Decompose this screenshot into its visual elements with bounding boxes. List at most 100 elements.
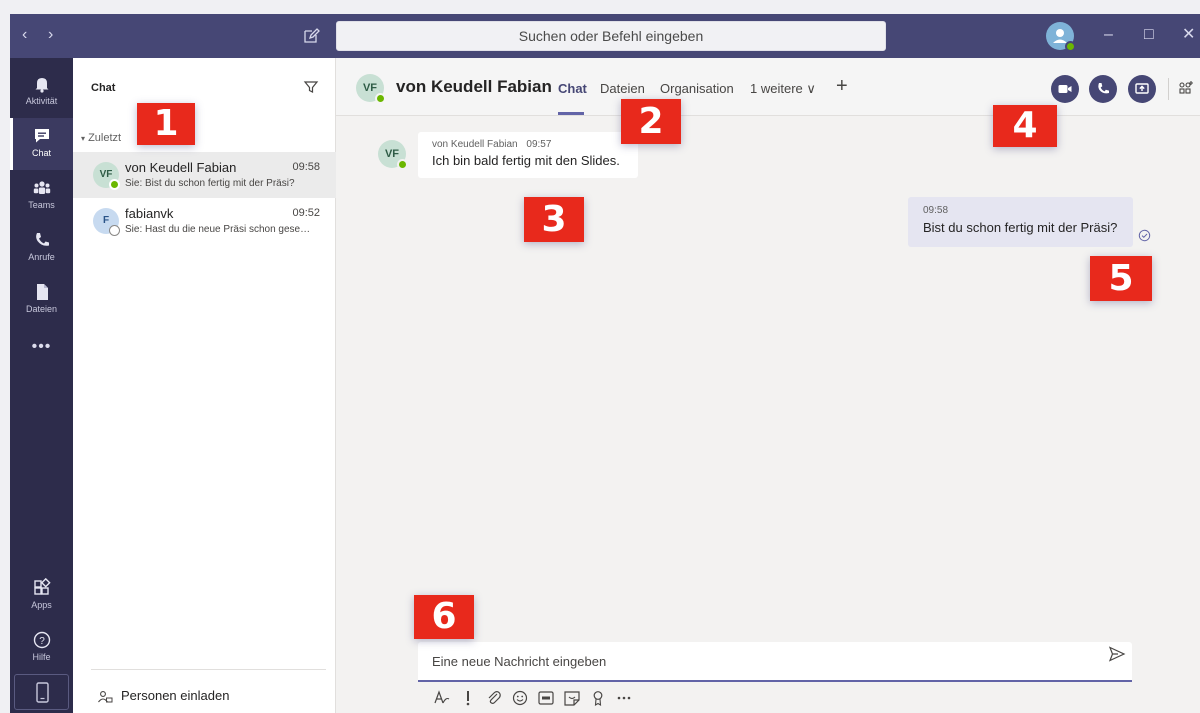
rail-item-label: Hilfe xyxy=(32,652,51,662)
callout-4: 4 xyxy=(993,105,1057,147)
presence-online-icon xyxy=(375,93,386,104)
header-divider xyxy=(1168,78,1169,100)
callout-1: 1 xyxy=(137,103,195,145)
title-bar: ‹ › Suchen oder Befehl eingeben – □ ✕ xyxy=(10,14,1200,58)
invite-people-button[interactable]: Personen einladen xyxy=(97,688,229,704)
presence-online-icon xyxy=(397,159,408,170)
add-tab-button[interactable]: + xyxy=(836,75,848,97)
avatar[interactable]: VF xyxy=(356,74,386,104)
close-icon[interactable]: ✕ xyxy=(1182,24,1195,46)
conversation-header: VF von Keudell Fabian Chat Dateien Organ… xyxy=(336,58,1200,116)
format-icon[interactable] xyxy=(432,688,452,708)
rail-item-label: Aktivität xyxy=(25,96,58,106)
compose-toolbar xyxy=(432,688,672,710)
message-text: Ich bin bald fertig mit den Slides. xyxy=(432,153,620,168)
emoji-icon[interactable] xyxy=(510,688,530,708)
user-avatar[interactable] xyxy=(1046,22,1076,52)
outgoing-message[interactable]: 09:58 Bist du schon fertig mit der Präsi… xyxy=(908,197,1133,247)
chat-list-pane: Chat ▾ Zuletzt VF von Keudell Fabian 09:… xyxy=(73,58,336,713)
callout-2: 2 xyxy=(621,99,681,144)
chevron-down-icon: ▾ xyxy=(81,134,86,143)
section-recent-header[interactable]: ▾ Zuletzt xyxy=(81,132,121,144)
message-text: Bist du schon fertig mit der Präsi? xyxy=(923,220,1118,235)
rail-item-chat[interactable]: Chat xyxy=(10,118,73,170)
teams-icon xyxy=(33,181,50,194)
sticker-icon[interactable] xyxy=(562,688,582,708)
maximize-icon[interactable]: □ xyxy=(1144,24,1154,46)
search-input[interactable]: Suchen oder Befehl eingeben xyxy=(336,21,886,51)
add-people-icon[interactable] xyxy=(1178,80,1194,96)
video-call-button[interactable] xyxy=(1051,75,1079,103)
phone-icon xyxy=(35,233,49,246)
app-rail: Aktivität Chat Teams Anrufe Dateien ••• … xyxy=(10,58,73,713)
incoming-message[interactable]: von Keudell Fabian 09:57 Ich bin bald fe… xyxy=(418,132,638,178)
chat-time: 09:58 xyxy=(292,161,320,173)
svg-text:?: ? xyxy=(39,636,45,647)
attach-icon[interactable] xyxy=(484,688,504,708)
rail-item-calls[interactable]: Anrufe xyxy=(10,222,73,274)
active-tab-indicator xyxy=(558,112,584,115)
share-screen-icon xyxy=(1135,83,1149,94)
chat-name: von Keudell Fabian xyxy=(125,160,237,175)
tab-files[interactable]: Dateien xyxy=(600,81,645,96)
more-options-icon[interactable] xyxy=(614,688,634,708)
mobile-device-button[interactable] xyxy=(14,674,69,710)
forward-arrow-icon[interactable]: › xyxy=(48,26,53,44)
rail-item-activity[interactable]: Aktivität xyxy=(10,66,73,118)
conversation-title: von Keudell Fabian xyxy=(396,77,552,96)
filter-icon[interactable] xyxy=(303,79,319,95)
back-arrow-icon[interactable]: ‹ xyxy=(22,26,27,44)
more-apps-icon[interactable]: ••• xyxy=(10,338,73,356)
mobile-phone-icon xyxy=(36,682,49,703)
help-icon: ? xyxy=(33,631,50,649)
rail-item-files[interactable]: Dateien xyxy=(10,274,73,326)
rail-item-help[interactable]: ? Hilfe xyxy=(10,622,73,674)
message-time: 09:58 xyxy=(923,205,949,216)
tab-chat[interactable]: Chat xyxy=(558,81,587,96)
important-icon[interactable] xyxy=(458,688,478,708)
section-label: Zuletzt xyxy=(88,132,122,144)
phone-icon xyxy=(1098,83,1109,94)
file-icon xyxy=(36,284,48,300)
share-screen-button[interactable] xyxy=(1128,75,1156,103)
chat-list-title: Chat xyxy=(91,82,116,94)
message-time: 09:57 xyxy=(526,139,552,150)
new-chat-icon[interactable] xyxy=(302,27,320,45)
video-camera-icon xyxy=(1058,85,1072,93)
presence-online-icon xyxy=(1065,41,1076,52)
rail-item-label: Dateien xyxy=(25,304,58,314)
rail-item-label: Apps xyxy=(31,600,52,610)
sender-avatar[interactable]: VF xyxy=(378,140,408,170)
rail-item-teams[interactable]: Teams xyxy=(10,170,73,222)
rail-item-apps[interactable]: Apps xyxy=(10,570,73,622)
invite-people-icon xyxy=(98,690,113,703)
gif-icon[interactable] xyxy=(536,688,556,708)
chat-list-item[interactable]: VF von Keudell Fabian 09:58 Sie: Bist du… xyxy=(73,152,336,198)
rail-item-label: Chat xyxy=(31,148,51,158)
callout-3: 3 xyxy=(524,197,584,242)
bell-icon xyxy=(35,78,48,93)
callout-6: 6 xyxy=(414,595,474,639)
chat-name: fabianvk xyxy=(125,206,174,221)
tab-organisation[interactable]: Organisation xyxy=(660,81,734,96)
minimize-icon[interactable]: – xyxy=(1104,24,1113,46)
rail-item-label: Anrufe xyxy=(28,252,55,262)
invite-label: Personen einladen xyxy=(121,688,230,703)
message-input[interactable] xyxy=(418,642,1132,680)
message-sender: von Keudell Fabian xyxy=(432,139,518,150)
teams-window: ‹ › Suchen oder Befehl eingeben – □ ✕ Ak… xyxy=(10,14,1200,713)
audio-call-button[interactable] xyxy=(1089,75,1117,103)
chat-time: 09:52 xyxy=(292,207,320,219)
callout-5: 5 xyxy=(1090,256,1152,301)
avatar-initials: VF xyxy=(362,82,378,94)
praise-icon[interactable] xyxy=(588,688,608,708)
send-icon[interactable] xyxy=(1108,645,1126,663)
chat-icon xyxy=(34,129,49,143)
divider xyxy=(91,669,326,670)
rail-item-label: Teams xyxy=(28,200,55,210)
avatar-initials: VF xyxy=(384,148,400,160)
tab-more[interactable]: 1 weitere ∨ xyxy=(750,81,816,97)
compose-box xyxy=(418,642,1132,682)
chat-list-item[interactable]: F fabianvk 09:52 Sie: Hast du die neue P… xyxy=(73,198,336,244)
read-receipt-icon xyxy=(1138,229,1151,242)
